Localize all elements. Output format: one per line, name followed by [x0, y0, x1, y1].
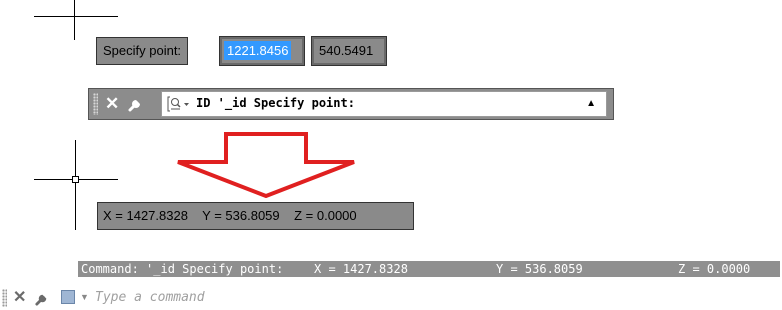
coord-z: Z = 0.0000 [294, 208, 357, 223]
crosshair-top-horizontal [34, 16, 118, 17]
history-command: Command: '_id Specify point: [81, 262, 284, 276]
dropdown-arrow-icon[interactable]: ▼ [80, 290, 89, 304]
history-y: Y = 536.8059 [496, 262, 583, 276]
x-coordinate-value[interactable]: 1221.8456 [224, 41, 292, 60]
command-text: ID '_id Specify point: [196, 96, 355, 110]
x-coordinate-field[interactable]: 1221.8456 [219, 36, 305, 66]
coord-x: X = 1427.8328 [103, 208, 188, 223]
command-input-field[interactable] [95, 289, 495, 307]
command-history-line: Command: '_id Specify point: X = 1427.83… [78, 261, 780, 277]
history-x: X = 1427.8328 [314, 262, 408, 276]
crosshair-top-vertical [74, 0, 75, 40]
pickbox-icon [72, 176, 79, 183]
close-icon[interactable]: ✕ [105, 93, 119, 115]
close-icon[interactable]: ✕ [13, 288, 26, 308]
command-prompt-icon[interactable] [167, 96, 191, 112]
history-z: Z = 0.0000 [678, 262, 751, 276]
red-down-arrow-icon [177, 132, 355, 198]
command-prompt-icon[interactable] [61, 290, 75, 304]
crosshair-bottom-vertical [75, 140, 76, 230]
coordinate-readout: X = 1427.8328 Y = 536.8059 Z = 0.0000 [97, 202, 414, 230]
specify-point-label: Specify point: [96, 37, 189, 65]
command-input[interactable]: ID '_id Specify point: ▲ [161, 91, 607, 117]
drag-grip-handle[interactable] [93, 93, 98, 115]
coord-y: Y = 536.8059 [202, 208, 280, 223]
wrench-icon[interactable] [34, 290, 51, 307]
y-coordinate-field[interactable]: 540.5491 [311, 36, 387, 66]
wrench-icon[interactable] [127, 95, 145, 113]
command-line-bar: ✕ ID '_id Specify point: ▲ [88, 88, 614, 120]
dropdown-arrow-icon[interactable]: ▲ [586, 96, 596, 112]
bottom-command-line: ✕ ▼ [0, 287, 782, 310]
drag-grip-handle-bottom[interactable] [2, 289, 7, 307]
